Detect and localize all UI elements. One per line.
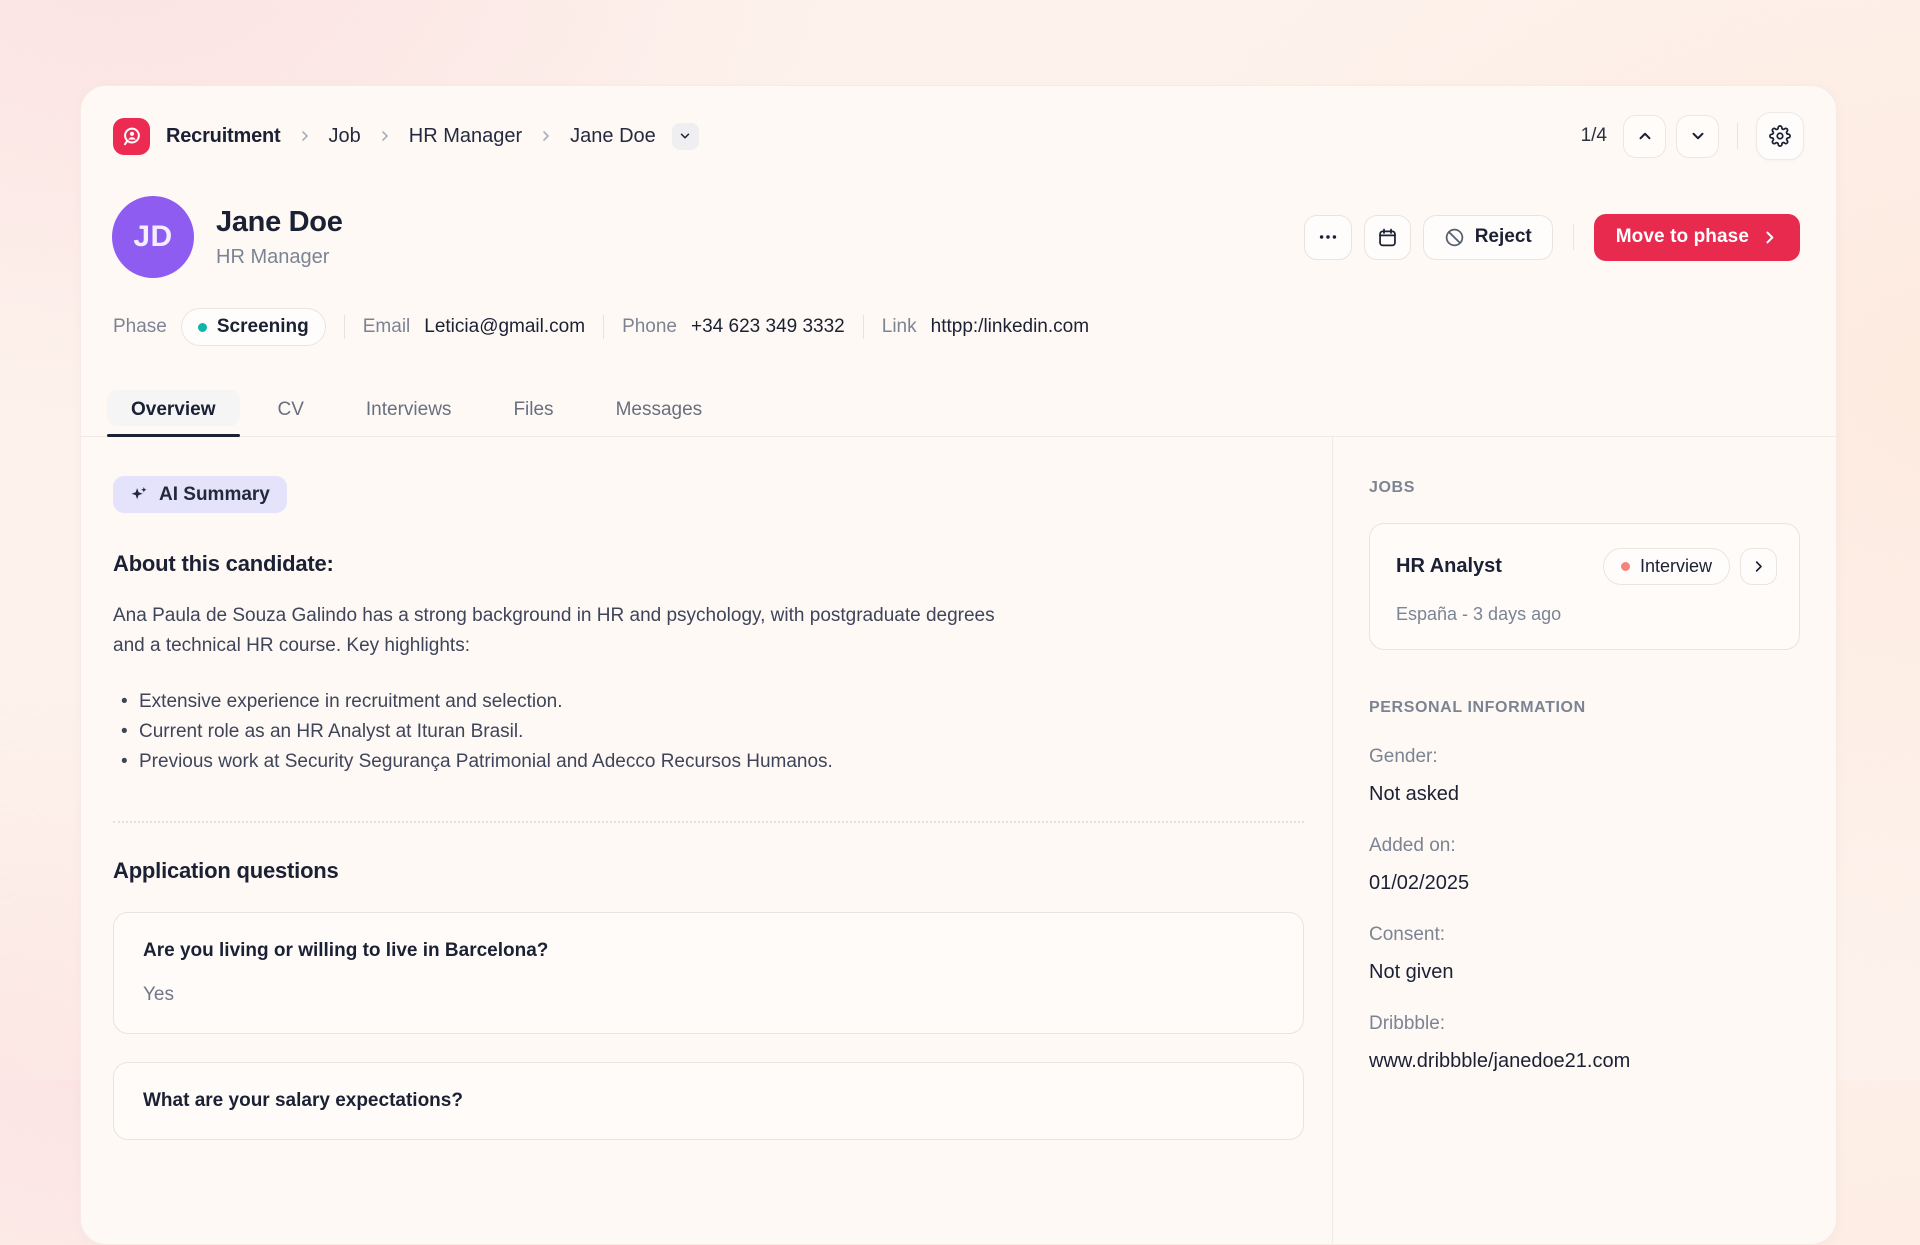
chevron-up-icon xyxy=(1636,127,1654,145)
job-status-badge: Interview xyxy=(1603,548,1730,585)
divider xyxy=(863,315,864,339)
highlight-item: Extensive experience in recruitment and … xyxy=(113,687,1304,717)
about-text: Ana Paula de Souza Galindo has a strong … xyxy=(113,601,1023,661)
personal-field: Added on: 01/02/2025 xyxy=(1369,835,1800,895)
job-card[interactable]: HR Analyst Interview España - 3 days ago xyxy=(1369,523,1800,650)
field-label: Dribbble: xyxy=(1369,1013,1800,1035)
more-options-button[interactable] xyxy=(1304,215,1352,260)
ban-icon xyxy=(1444,227,1465,248)
right-sidebar: JOBS HR Analyst Interview España - 3 d xyxy=(1332,437,1836,1244)
candidate-info-row: Phase Screening Email Leticia@gmail.com … xyxy=(81,278,1836,346)
move-to-phase-button[interactable]: Move to phase xyxy=(1594,214,1800,261)
field-value: Not given xyxy=(1369,961,1800,984)
question-card: What are your salary expectations? xyxy=(113,1062,1304,1140)
tab-overview[interactable]: Overview xyxy=(107,388,240,436)
tab-interviews[interactable]: Interviews xyxy=(342,388,476,436)
tab-bar: Overview CV Interviews Files Messages xyxy=(81,346,1836,437)
schedule-button[interactable] xyxy=(1364,215,1411,260)
gear-icon xyxy=(1769,125,1791,147)
candidate-profile-panel: Recruitment Job HR Manager Jane Doe 1/4 xyxy=(80,85,1837,1245)
personal-info-title: PERSONAL INFORMATION xyxy=(1369,699,1800,717)
ai-summary-badge[interactable]: AI Summary xyxy=(113,476,287,513)
chevron-right-icon xyxy=(1761,229,1778,246)
field-label: Consent: xyxy=(1369,924,1800,946)
question-text: Are you living or willing to live in Bar… xyxy=(143,940,1274,962)
job-status-dot xyxy=(1621,562,1630,571)
open-job-button[interactable] xyxy=(1740,548,1777,585)
next-candidate-button[interactable] xyxy=(1676,115,1719,158)
phone-label: Phone xyxy=(622,316,677,338)
breadcrumb-job[interactable]: Job xyxy=(329,125,361,148)
about-title: About this candidate: xyxy=(113,551,1304,577)
phone-value[interactable]: +34 623 349 3332 xyxy=(691,316,845,338)
email-label: Email xyxy=(363,316,411,338)
divider xyxy=(603,315,604,339)
chevron-right-icon xyxy=(1751,559,1766,574)
field-value: 01/02/2025 xyxy=(1369,872,1800,895)
tab-messages[interactable]: Messages xyxy=(592,388,727,436)
highlight-list: Extensive experience in recruitment and … xyxy=(113,687,1304,777)
field-value[interactable]: www.dribbble/janedoe21.com xyxy=(1369,1050,1800,1073)
candidate-dropdown-button[interactable] xyxy=(672,123,699,150)
candidate-name: Jane Doe xyxy=(216,206,343,239)
header-actions: Reject Move to phase xyxy=(1304,214,1800,261)
section-divider xyxy=(113,821,1304,823)
breadcrumb-candidate[interactable]: Jane Doe xyxy=(570,125,656,148)
avatar: JD xyxy=(112,196,194,278)
pager-controls: 1/4 xyxy=(1581,112,1804,160)
reject-button[interactable]: Reject xyxy=(1423,215,1553,260)
chevron-right-icon xyxy=(538,128,554,144)
chevron-right-icon xyxy=(297,128,313,144)
chevron-down-icon xyxy=(1689,127,1707,145)
field-label: Added on: xyxy=(1369,835,1800,857)
link-label: Link xyxy=(882,316,917,338)
ellipsis-icon xyxy=(1317,226,1339,248)
phase-badge[interactable]: Screening xyxy=(181,308,326,346)
breadcrumb-position[interactable]: HR Manager xyxy=(409,125,522,148)
settings-button[interactable] xyxy=(1756,112,1804,160)
candidate-identity: JD Jane Doe HR Manager xyxy=(112,196,343,278)
candidate-role: HR Manager xyxy=(216,246,343,269)
question-card: Are you living or willing to live in Bar… xyxy=(113,912,1304,1034)
job-title: HR Analyst xyxy=(1396,555,1502,578)
phase-label: Phase xyxy=(113,316,167,338)
divider xyxy=(1573,224,1574,250)
overview-panel: AI Summary About this candidate: Ana Pau… xyxy=(81,437,1332,1244)
field-label: Gender: xyxy=(1369,746,1800,768)
jobs-section-title: JOBS xyxy=(1369,479,1800,497)
previous-candidate-button[interactable] xyxy=(1623,115,1666,158)
calendar-icon xyxy=(1377,227,1398,248)
link-value[interactable]: httpp:/linkedin.com xyxy=(931,316,1089,338)
job-meta: España - 3 days ago xyxy=(1396,604,1777,625)
email-value[interactable]: Leticia@gmail.com xyxy=(424,316,585,338)
breadcrumb-app[interactable]: Recruitment xyxy=(166,125,281,148)
personal-field: Dribbble: www.dribbble/janedoe21.com xyxy=(1369,1013,1800,1073)
phase-status-dot xyxy=(198,323,207,332)
personal-field: Consent: Not given xyxy=(1369,924,1800,984)
divider xyxy=(1737,123,1738,149)
divider xyxy=(344,315,345,339)
breadcrumb: Recruitment Job HR Manager Jane Doe xyxy=(113,118,699,155)
application-questions-title: Application questions xyxy=(113,858,1304,884)
top-bar: Recruitment Job HR Manager Jane Doe 1/4 xyxy=(81,86,1836,160)
question-text: What are your salary expectations? xyxy=(143,1090,1274,1112)
tab-files[interactable]: Files xyxy=(489,388,577,436)
field-value: Not asked xyxy=(1369,783,1800,806)
chevron-right-icon xyxy=(377,128,393,144)
recruitment-logo-icon[interactable] xyxy=(113,118,150,155)
candidate-header: JD Jane Doe HR Manager Reject xyxy=(81,160,1836,278)
page-count: 1/4 xyxy=(1581,125,1607,147)
highlight-item: Current role as an HR Analyst at Ituran … xyxy=(113,717,1304,747)
highlight-item: Previous work at Security Segurança Patr… xyxy=(113,747,1304,777)
tab-cv[interactable]: CV xyxy=(254,388,328,436)
personal-field: Gender: Not asked xyxy=(1369,746,1800,806)
sparkles-icon xyxy=(130,485,149,504)
question-answer: Yes xyxy=(143,984,1274,1006)
